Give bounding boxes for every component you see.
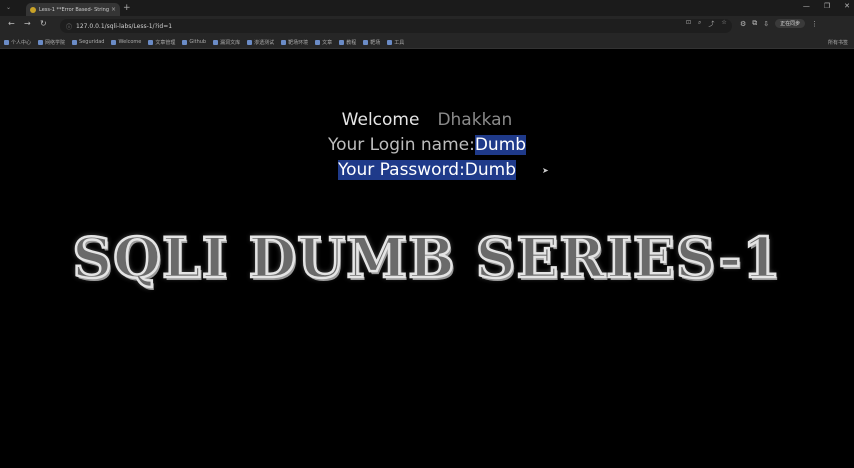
bookmark-label: 工具 bbox=[394, 39, 405, 46]
password-value: Dumb bbox=[464, 160, 517, 180]
back-icon[interactable]: ← bbox=[8, 19, 15, 28]
bookmark-favicon-icon bbox=[4, 39, 9, 45]
password-line: Your Password:Dumb bbox=[0, 159, 854, 181]
site-info-icon[interactable]: ⓘ bbox=[66, 22, 72, 31]
bookmark-label: Github bbox=[189, 39, 207, 45]
page-body: Welcome Dhakkan Your Login name:Dumb Your… bbox=[0, 50, 854, 468]
password-label: Your Password: bbox=[337, 160, 465, 180]
all-bookmarks[interactable]: 所有书签 bbox=[828, 39, 848, 46]
menu-icon[interactable]: ⋮ bbox=[811, 20, 818, 28]
reload-icon[interactable]: ↻ bbox=[40, 19, 47, 28]
address-url[interactable]: 127.0.0.1/sqli-labs/Less-1/?id=1 bbox=[76, 23, 172, 30]
minimize-icon[interactable]: — bbox=[803, 2, 810, 10]
bookmark-label: 文章管理 bbox=[155, 39, 176, 46]
new-tab-icon[interactable]: + bbox=[123, 3, 131, 13]
bookmark-item[interactable]: 文章管理 bbox=[148, 39, 175, 46]
close-window-icon[interactable]: ✕ bbox=[844, 2, 850, 10]
bookmark-star-icon[interactable]: ☆ bbox=[721, 19, 726, 28]
welcome-line: Welcome Dhakkan bbox=[0, 109, 854, 131]
browser-tab[interactable]: Less-1 **Error Based- String** × bbox=[26, 3, 120, 16]
extensions-puzzle-icon[interactable]: ⧉ bbox=[752, 19, 757, 28]
maximize-icon[interactable]: ❐ bbox=[824, 2, 830, 10]
share-icon[interactable]: ⤴ bbox=[708, 19, 714, 28]
bookmark-favicon-icon bbox=[38, 39, 44, 45]
bookmark-favicon-icon bbox=[111, 39, 117, 45]
bookmark-favicon-icon bbox=[247, 39, 253, 45]
login-label: Your Login name: bbox=[327, 135, 475, 155]
bookmark-favicon-icon bbox=[213, 39, 219, 45]
tab-close-icon[interactable]: × bbox=[111, 6, 116, 13]
toolbar-right: ⚙ ⧉ ⇩ 正在同步 ⋮ bbox=[740, 19, 818, 28]
tab-favicon-icon bbox=[30, 6, 36, 13]
bookmark-favicon-icon bbox=[72, 39, 78, 45]
bookmark-item[interactable]: 漏洞文库 bbox=[213, 39, 240, 46]
bookmark-favicon-icon bbox=[182, 39, 188, 45]
bookmark-item[interactable]: Seguridad bbox=[72, 39, 104, 45]
bookmark-item[interactable]: 靶场环境 bbox=[281, 39, 308, 46]
bookmark-favicon-icon bbox=[315, 39, 321, 45]
tab-search-icon[interactable]: ⌄ bbox=[6, 4, 11, 11]
bookmark-label: 网络学院 bbox=[45, 39, 66, 46]
bookmark-label: Welcome bbox=[118, 39, 142, 45]
bookmark-item[interactable]: Github bbox=[182, 39, 206, 45]
bookmark-item[interactable]: Welcome bbox=[111, 39, 141, 45]
welcome-text: Welcome bbox=[341, 110, 420, 130]
login-value: Dumb bbox=[474, 135, 527, 155]
forward-icon[interactable]: → bbox=[24, 19, 31, 28]
extension-icon[interactable]: ⚙ bbox=[740, 20, 746, 28]
bookmarks-bar: 个人中心 网络学院 Seguridad Welcome 文章管理 Github 漏洞文库 渗透… bbox=[0, 36, 854, 49]
bookmark-label: 渗透测试 bbox=[254, 39, 275, 46]
window-controls: — ❐ ✕ bbox=[803, 2, 850, 10]
bookmark-favicon-icon bbox=[339, 39, 345, 45]
login-name-line: Your Login name:Dumb bbox=[0, 134, 854, 156]
bookmark-label: 个人中心 bbox=[11, 39, 32, 46]
bookmark-label: 漏洞文库 bbox=[220, 39, 241, 46]
mouse-cursor-icon: ➤ bbox=[542, 166, 549, 175]
bookmark-favicon-icon bbox=[387, 39, 393, 45]
downloads-icon[interactable]: ⇩ bbox=[763, 20, 769, 28]
bookmark-item[interactable]: 教程 bbox=[339, 39, 356, 46]
address-bar[interactable]: ⓘ 127.0.0.1/sqli-labs/Less-1/?id=1 bbox=[60, 19, 732, 33]
bookmark-item[interactable]: 靶场 bbox=[363, 39, 380, 46]
bookmark-favicon-icon bbox=[281, 39, 287, 45]
bookmark-label: 靶场环境 bbox=[288, 39, 309, 46]
bookmark-item[interactable]: 网络学院 bbox=[38, 39, 65, 46]
tab-title: Less-1 **Error Based- String** bbox=[39, 6, 109, 13]
tab-strip: ⌄ Less-1 **Error Based- String** × + — ❐… bbox=[0, 0, 854, 16]
author-text: Dhakkan bbox=[437, 110, 513, 130]
bookmark-item[interactable]: 工具 bbox=[387, 39, 404, 46]
bookmark-item[interactable]: 渗透测试 bbox=[247, 39, 274, 46]
bookmark-label: 教程 bbox=[346, 39, 357, 46]
bookmark-favicon-icon bbox=[363, 39, 369, 45]
bookmark-label: 靶场 bbox=[370, 39, 381, 46]
sqli-banner: SQLI DUMB SERIES-1 bbox=[71, 224, 782, 292]
bookmark-favicon-icon bbox=[148, 39, 154, 45]
zoom-icon[interactable]: ⌕ bbox=[698, 19, 701, 28]
bookmark-label: 文章 bbox=[322, 39, 333, 46]
bookmark-item[interactable]: 文章 bbox=[315, 39, 332, 46]
bookmark-label: Seguridad bbox=[79, 39, 105, 45]
address-bar-actions: ⊡ ⌕ ⤴ ☆ bbox=[686, 19, 727, 28]
translate-icon[interactable]: ⊡ bbox=[686, 19, 691, 28]
profile-button[interactable]: 正在同步 bbox=[775, 19, 806, 28]
bookmark-item[interactable]: 个人中心 bbox=[4, 39, 31, 46]
